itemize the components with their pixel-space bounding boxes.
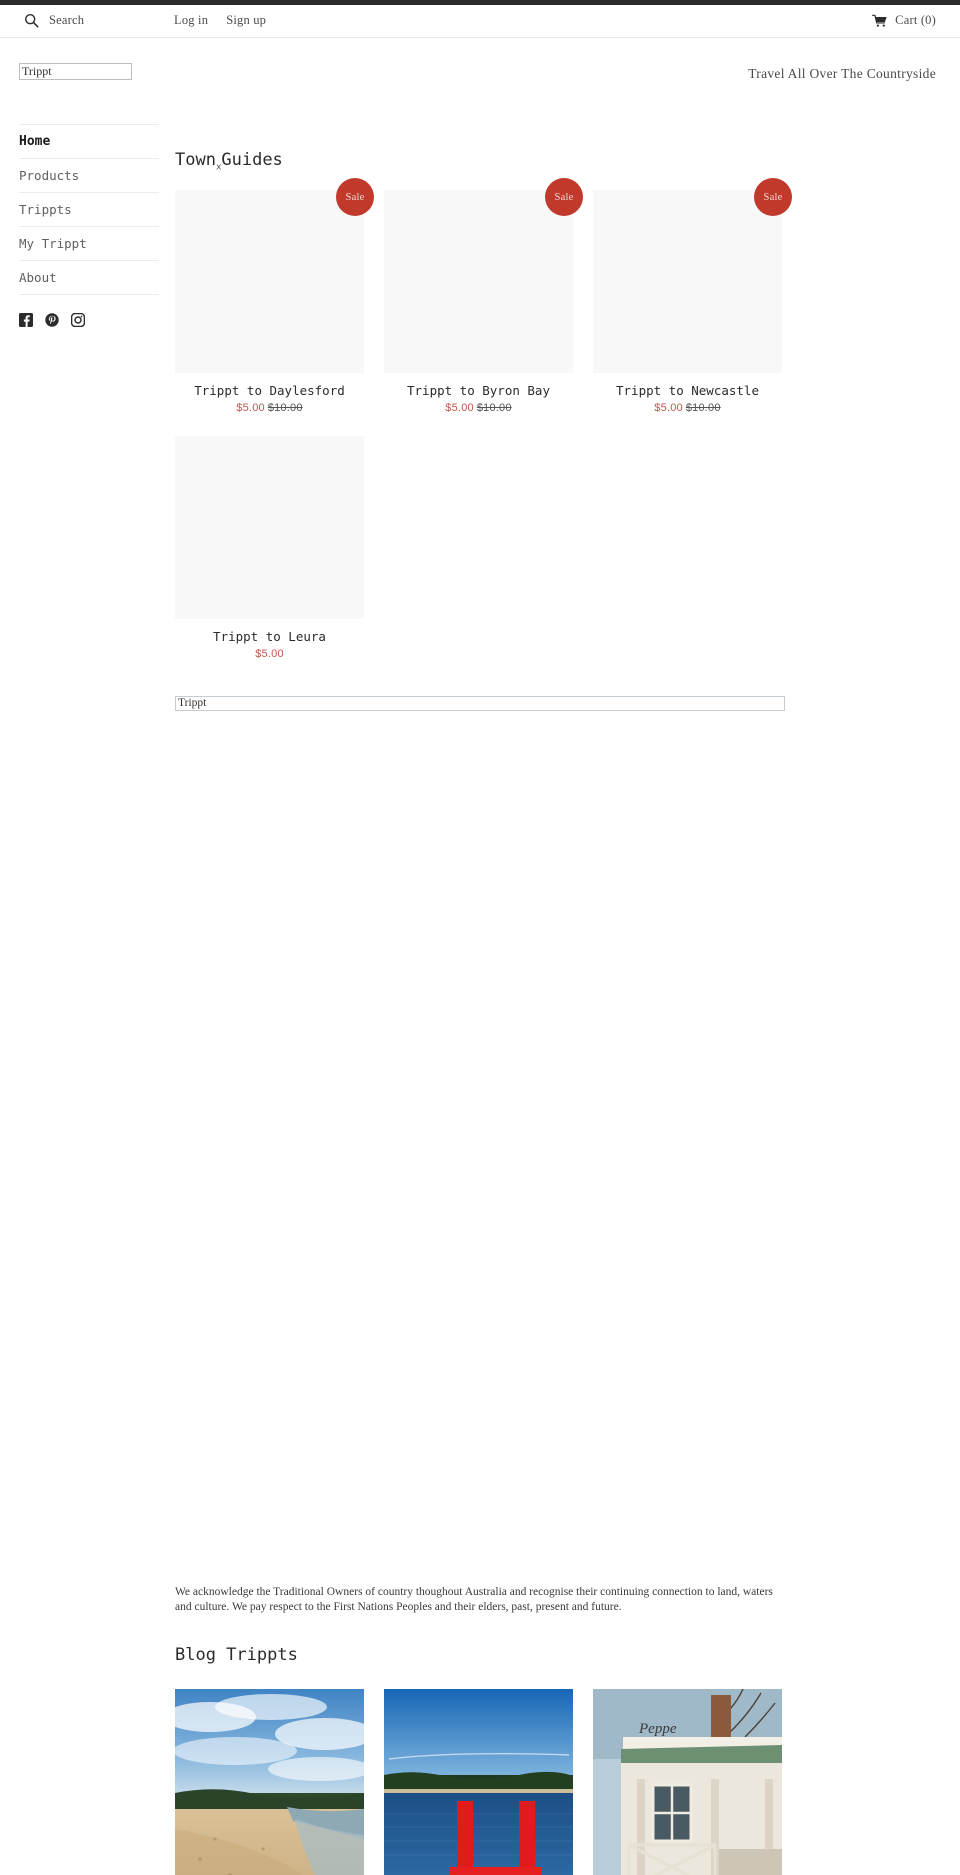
product-sale-price: $5.00 <box>445 402 474 415</box>
blog-card[interactable]: Peppe <box>593 1689 782 1875</box>
store-page: Search Log in Sign up Cart (0) Trippt Tr… <box>0 0 960 1875</box>
svg-text:Peppe: Peppe <box>638 1721 677 1737</box>
sidebar-item-about[interactable]: About <box>19 261 159 295</box>
product-compare-price: $10.00 <box>685 402 721 415</box>
product-image-placeholder[interactable]: Sale <box>593 178 792 374</box>
sidebar-item-my-trippt[interactable]: My Trippt <box>19 227 159 261</box>
product-card[interactable]: Trippt to Leura $5.00 <box>175 436 364 660</box>
product-card[interactable]: Sale Trippt to Byron Bay $5.00 $10.00 <box>384 178 583 414</box>
cart-area[interactable]: Cart (0) <box>872 13 936 28</box>
page-title-suffix: Guides <box>221 150 283 170</box>
masthead: Trippt Travel All Over The Countryside <box>0 38 960 100</box>
utility-bar: Search Log in Sign up Cart (0) <box>0 5 960 38</box>
signup-link[interactable]: Sign up <box>226 13 266 28</box>
blog-section-title: Blog Trippts <box>175 1645 298 1665</box>
product-compare-price: $10.00 <box>267 402 303 415</box>
product-image-placeholder[interactable]: Sale <box>175 178 374 374</box>
cart-link[interactable]: Cart (0) <box>895 13 936 28</box>
shopping-cart-icon[interactable] <box>872 14 888 28</box>
product-sale-price: $5.00 <box>236 402 265 415</box>
page-title: TownxGuides <box>175 150 960 172</box>
search-area[interactable]: Search <box>24 13 84 28</box>
instagram-icon[interactable] <box>70 312 86 328</box>
product-price: $5.00 $10.00 <box>384 402 573 414</box>
status-badge: Sale <box>336 178 374 217</box>
main-content: TownxGuides Sale Trippt to Daylesford $5… <box>175 150 960 712</box>
pinterest-icon[interactable] <box>45 313 59 327</box>
blog-section: Blog Trippts Peppe <box>175 1645 960 1875</box>
product-card[interactable]: Sale Trippt to Daylesford $5.00 $10.00 <box>175 178 374 414</box>
login-link[interactable]: Log in <box>174 13 208 28</box>
acknowledgement-text: We acknowledge the Traditional Owners of… <box>175 1586 773 1613</box>
product-price: $5.00 <box>175 648 364 660</box>
product-compare-price: $10.00 <box>476 402 512 415</box>
product-image-placeholder[interactable] <box>175 436 364 620</box>
product-price: $5.00 $10.00 <box>593 402 782 414</box>
product-sale-price: $5.00 <box>654 402 683 415</box>
blog-card[interactable] <box>175 1689 364 1875</box>
facebook-icon[interactable] <box>19 313 33 327</box>
nav-list: Home Products Trippts My Trippt About <box>19 124 159 295</box>
product-title[interactable]: Trippt to Newcastle <box>593 383 782 398</box>
product-title[interactable]: Trippt to Leura <box>175 629 364 644</box>
account-links: Log in Sign up <box>174 13 266 28</box>
beach-with-clouds-photo[interactable] <box>175 1689 364 1875</box>
search-link[interactable]: Search <box>49 13 84 28</box>
product-card[interactable]: Sale Trippt to Newcastle $5.00 $10.00 <box>593 178 792 414</box>
newsletter-input[interactable]: Trippt <box>175 696 785 712</box>
page-title-prefix: Town <box>175 150 216 170</box>
status-badge: Sale <box>545 178 583 217</box>
product-grid: Sale Trippt to Daylesford $5.00 $10.00 Sa… <box>175 178 960 682</box>
store-tagline: Travel All Over The Countryside <box>748 66 936 81</box>
sidebar-nav: Home Products Trippts My Trippt About <box>19 124 159 328</box>
cottage-verandah-photo[interactable]: Peppe <box>593 1689 782 1875</box>
product-image-placeholder[interactable]: Sale <box>384 178 583 374</box>
social-links <box>19 312 159 328</box>
sidebar-item-trippts[interactable]: Trippts <box>19 193 159 227</box>
product-title[interactable]: Trippt to Daylesford <box>175 383 364 398</box>
store-logo[interactable]: Trippt <box>19 63 132 80</box>
blog-grid: Peppe <box>175 1689 960 1875</box>
search-icon[interactable] <box>24 13 39 28</box>
product-title[interactable]: Trippt to Byron Bay <box>384 383 573 398</box>
product-price: $5.00 $10.00 <box>175 402 364 414</box>
sidebar-item-products[interactable]: Products <box>19 159 159 193</box>
red-jetty-on-lake-photo[interactable] <box>384 1689 573 1875</box>
product-sale-price: $5.00 <box>255 648 284 661</box>
blog-card[interactable] <box>384 1689 573 1875</box>
status-badge: Sale <box>754 178 792 217</box>
sidebar-item-home[interactable]: Home <box>19 125 159 159</box>
